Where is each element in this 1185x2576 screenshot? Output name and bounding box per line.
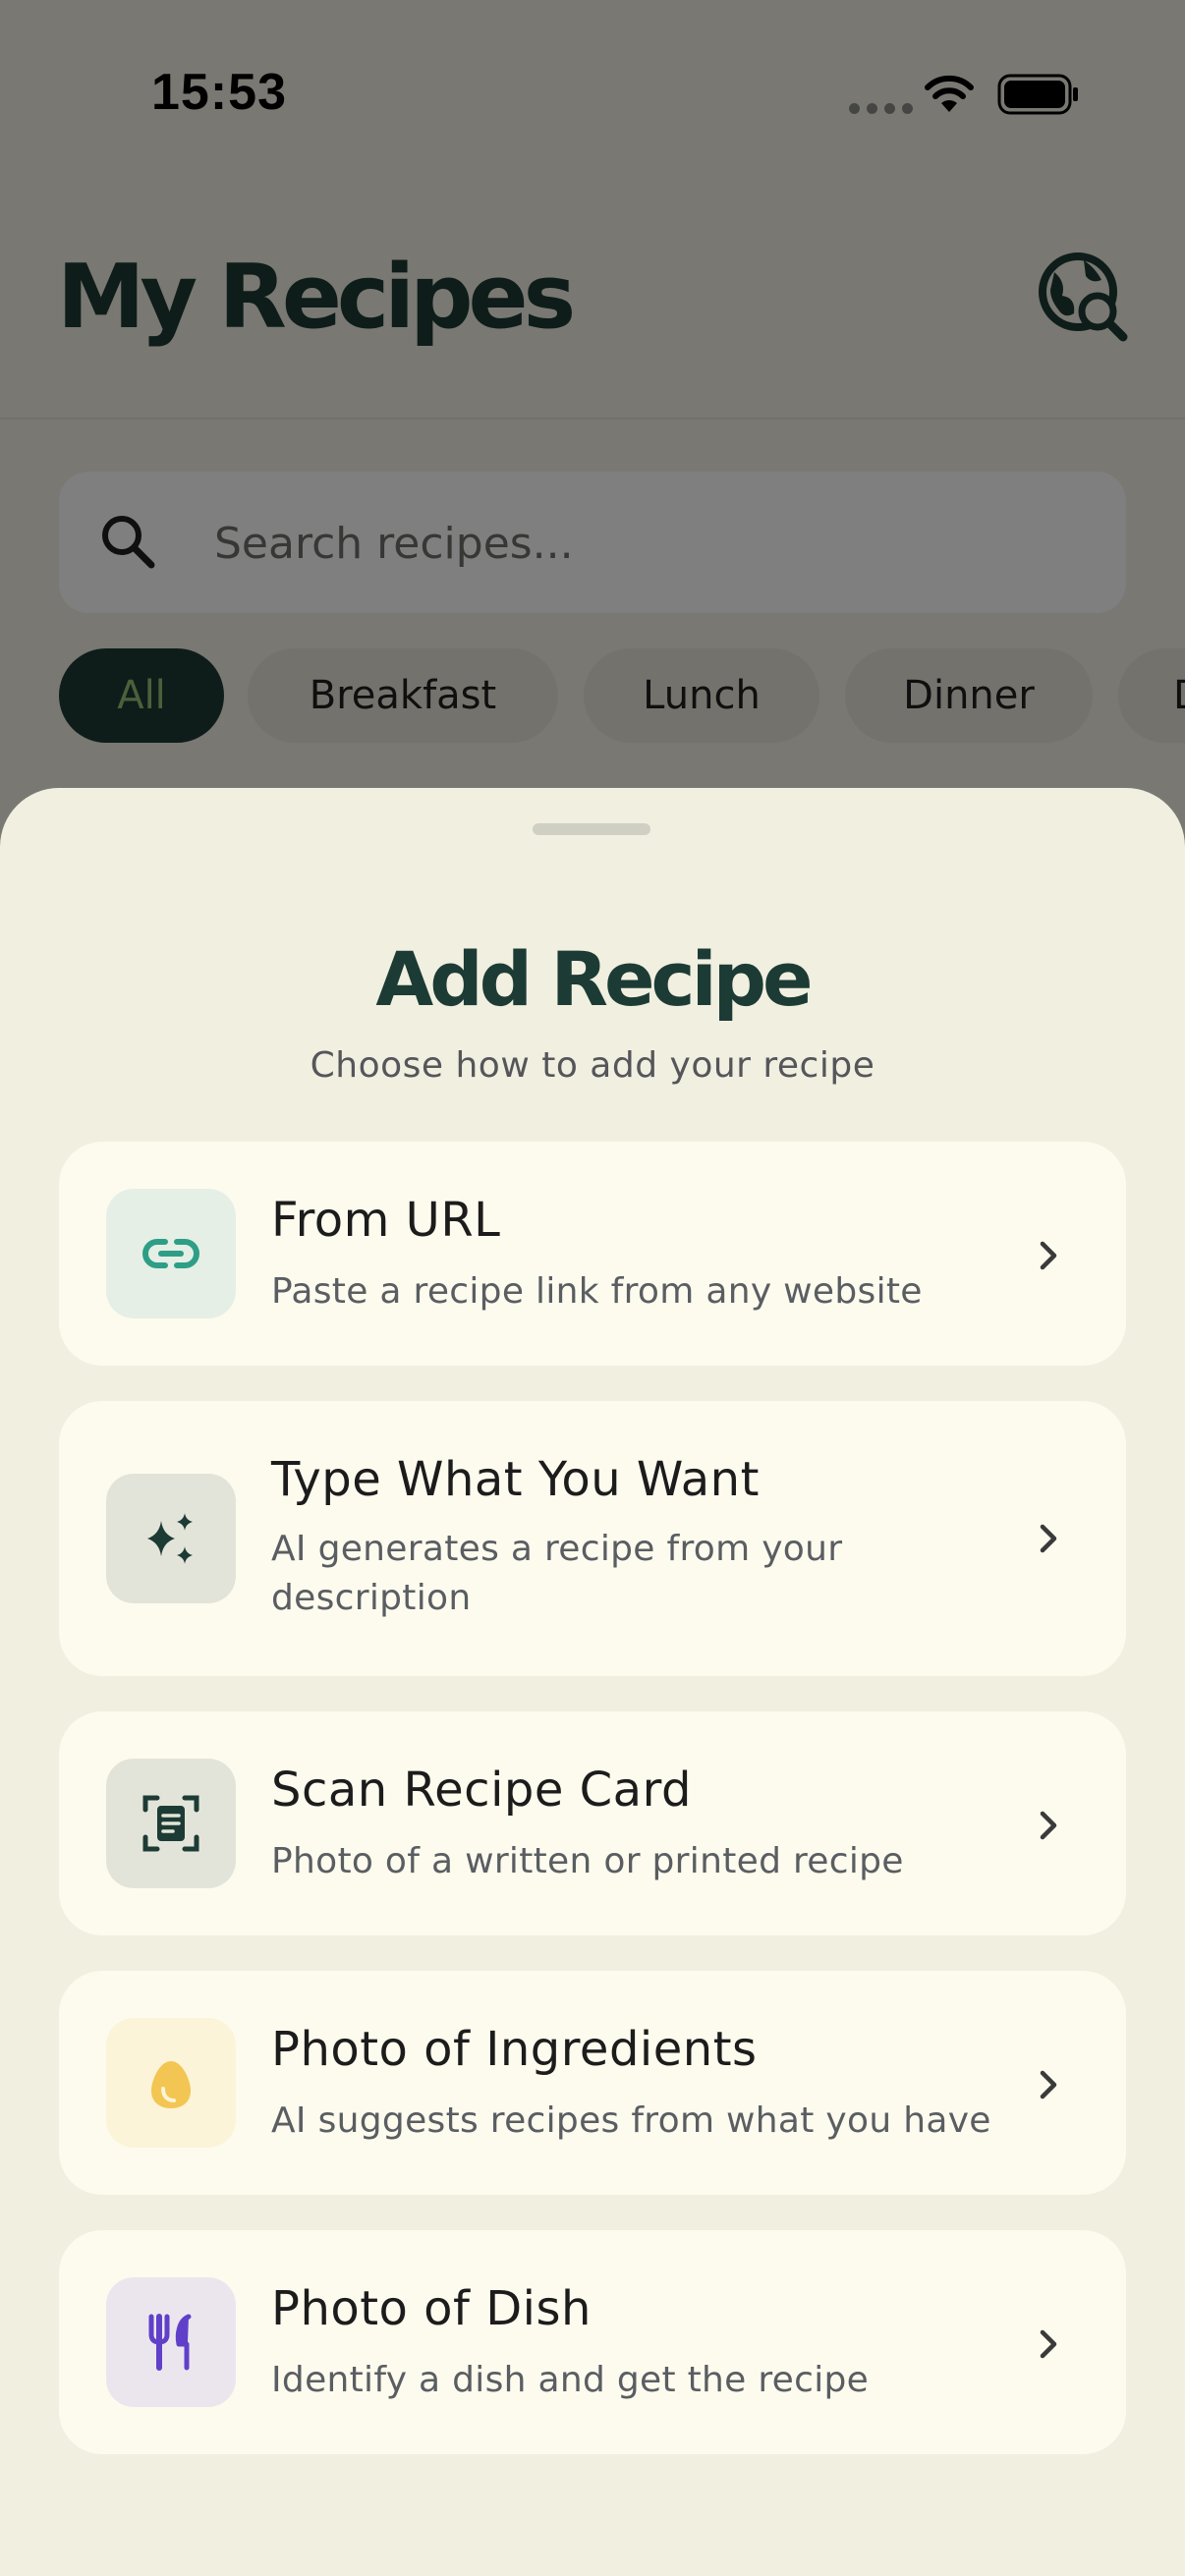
chevron-right-icon bbox=[1040, 1811, 1057, 1840]
option-description: Paste a recipe link from any website bbox=[271, 1271, 923, 1312]
screen: 15:53 My Recipes bbox=[0, 0, 1185, 2576]
option-title: Type What You Want bbox=[271, 1452, 760, 1507]
option-description: AI suggests recipes from what you have bbox=[271, 2100, 991, 2141]
chevron-right-icon bbox=[1040, 1241, 1057, 1270]
option-title: From URL bbox=[271, 1193, 501, 1248]
option-icon-box bbox=[106, 1759, 236, 1888]
option-icon-box bbox=[106, 2277, 236, 2407]
sheet-title: Add Recipe bbox=[375, 935, 813, 1023]
option-title: Scan Recipe Card bbox=[271, 1763, 692, 1818]
chevron-right-icon bbox=[1040, 2329, 1057, 2359]
option-description: AI generates a recipe from your descript… bbox=[271, 1529, 843, 1618]
sheet-grabber[interactable] bbox=[533, 823, 650, 835]
add-recipe-sheet: Add Recipe Choose how to add your recipe… bbox=[0, 788, 1185, 2576]
option-icon-box bbox=[106, 1189, 236, 1318]
utensils-icon bbox=[148, 2314, 192, 2371]
option-title: Photo of Dish bbox=[271, 2281, 592, 2336]
egg-icon bbox=[151, 2061, 191, 2108]
scan-document-icon bbox=[142, 1795, 199, 1852]
option-photo-of-ingredients[interactable]: Photo of Ingredients AI suggests recipes… bbox=[59, 1971, 1126, 2195]
option-icon-box bbox=[106, 1474, 236, 1603]
option-from-url[interactable]: From URL Paste a recipe link from any we… bbox=[59, 1142, 1126, 1366]
option-description: Identify a dish and get the recipe bbox=[271, 2360, 870, 2400]
option-scan-recipe-card[interactable]: Scan Recipe Card Photo of a written or p… bbox=[59, 1711, 1126, 1935]
link-icon bbox=[142, 1239, 199, 1268]
sparkles-icon bbox=[147, 1513, 193, 1564]
option-description: Photo of a written or printed recipe bbox=[271, 1841, 904, 1881]
option-title: Photo of Ingredients bbox=[271, 2022, 758, 2077]
chevron-right-icon bbox=[1040, 1524, 1057, 1553]
chevron-right-icon bbox=[1040, 2070, 1057, 2100]
option-type-what-you-want[interactable]: Type What You Want AI generates a recipe… bbox=[59, 1401, 1126, 1676]
sheet-subtitle: Choose how to add your recipe bbox=[310, 1045, 875, 1086]
option-icon-box bbox=[106, 2018, 236, 2148]
option-photo-of-dish[interactable]: Photo of Dish Identify a dish and get th… bbox=[59, 2230, 1126, 2454]
